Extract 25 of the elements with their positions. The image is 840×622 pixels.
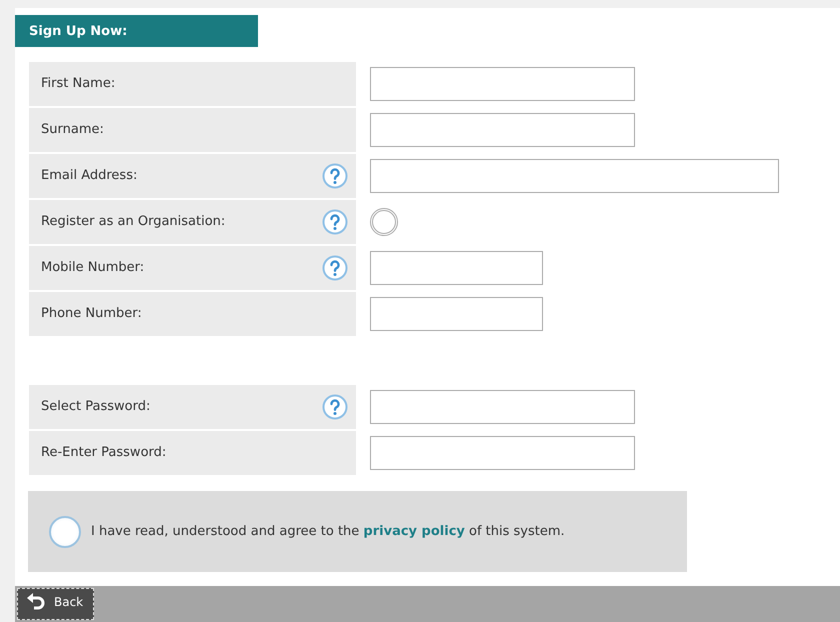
field-label: Register as an Organisation:	[41, 214, 226, 229]
input-field[interactable]	[370, 159, 779, 193]
help-icon[interactable]	[322, 162, 348, 188]
field-label: Re-Enter Password:	[41, 445, 166, 460]
input-field[interactable]	[370, 67, 635, 101]
help-icon[interactable]	[322, 254, 348, 280]
field-label: Mobile Number:	[41, 260, 144, 275]
radio-button[interactable]	[49, 516, 81, 548]
back-button[interactable]: Back	[17, 588, 94, 620]
input-field[interactable]	[370, 297, 543, 331]
input-field[interactable]	[370, 390, 635, 424]
agreement-text: I have read, understood and agree to the privacy policy of this system.	[91, 524, 565, 539]
field-label: First Name:	[41, 76, 116, 91]
input-field[interactable]	[370, 251, 543, 285]
field-label: Select Password:	[41, 399, 150, 414]
input-field[interactable]	[370, 436, 635, 470]
help-icon[interactable]	[322, 394, 348, 420]
help-icon[interactable]	[322, 208, 348, 234]
input-field[interactable]	[370, 113, 635, 147]
radio-button[interactable]	[370, 208, 398, 236]
form-title: Sign Up Now:	[15, 15, 258, 47]
field-label: Phone Number:	[41, 306, 142, 321]
field-label: Surname:	[41, 122, 104, 137]
field-label: Email Address:	[41, 168, 138, 183]
undo-icon	[26, 593, 46, 611]
